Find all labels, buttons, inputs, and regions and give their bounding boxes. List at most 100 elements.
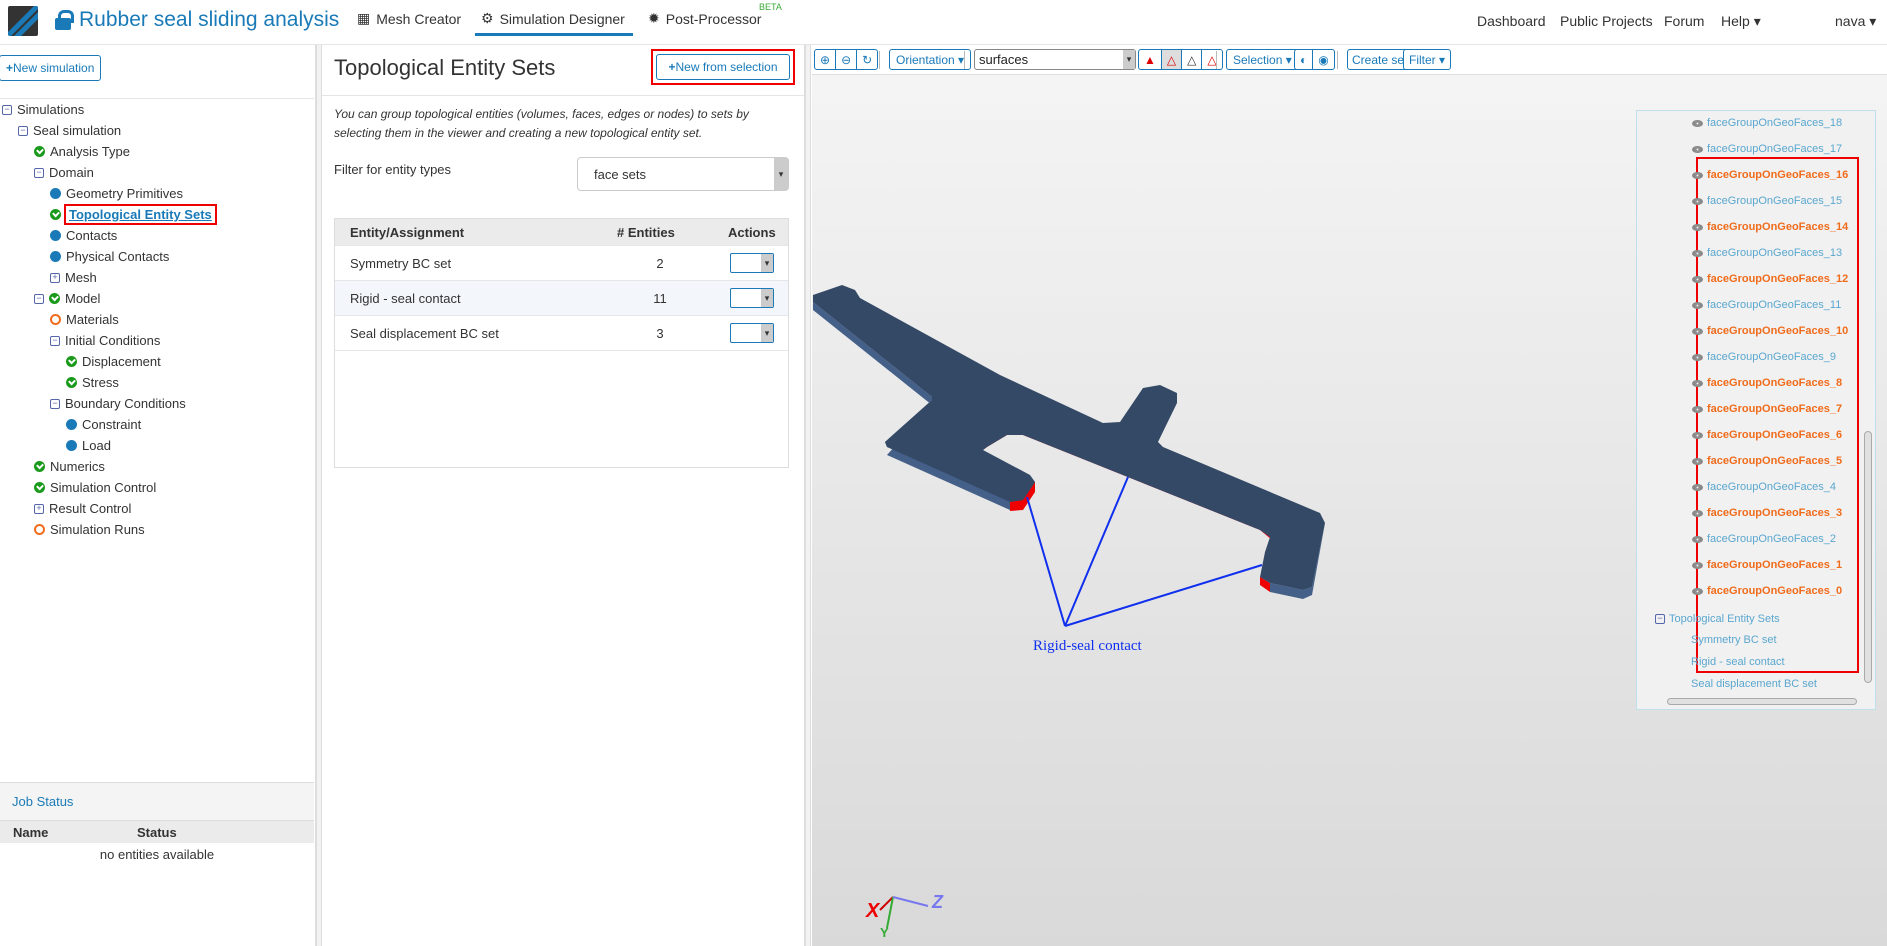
entity-set-item[interactable]: Rigid - seal contact xyxy=(1691,656,1785,668)
tree-item[interactable]: Materials xyxy=(0,309,215,330)
face-group-item[interactable]: faceGroupOnGeoFaces_12 xyxy=(1692,273,1848,285)
tree-item[interactable]: Simulation Runs xyxy=(0,519,215,540)
face-group-item[interactable]: faceGroupOnGeoFaces_1 xyxy=(1692,559,1842,571)
face-group-item[interactable]: faceGroupOnGeoFaces_11 xyxy=(1692,299,1841,311)
eye-icon[interactable] xyxy=(1692,223,1703,231)
face-group-item[interactable]: faceGroupOnGeoFaces_17 xyxy=(1692,143,1842,155)
entity-sets-panel: Topological Entity Sets +New from select… xyxy=(322,45,805,946)
dot-icon xyxy=(50,251,61,262)
eye-icon[interactable] xyxy=(1692,509,1703,517)
tree-item[interactable]: − Simulations xyxy=(0,99,215,120)
topological-sets-group[interactable]: − Topological Entity Sets xyxy=(1655,613,1780,625)
actions-dropdown[interactable] xyxy=(730,253,774,273)
entity-set-item[interactable]: Seal displacement BC set xyxy=(1691,678,1817,690)
new-simulation-button[interactable]: +New simulation xyxy=(0,55,102,81)
face-group-item[interactable]: faceGroupOnGeoFaces_5 xyxy=(1692,455,1842,467)
face-group-item[interactable]: faceGroupOnGeoFaces_6 xyxy=(1692,429,1842,441)
eye-icon[interactable] xyxy=(1692,197,1703,205)
nav-dashboard[interactable]: Dashboard xyxy=(1477,13,1546,29)
nav-help[interactable]: Help ▾ xyxy=(1721,13,1761,30)
tree-item[interactable]: − Domain xyxy=(0,162,215,183)
nav-forum[interactable]: Forum xyxy=(1664,13,1704,29)
tree-item[interactable]: Topological Entity Sets xyxy=(0,204,217,225)
tree-item[interactable]: Analysis Type xyxy=(0,141,215,162)
face-group-item[interactable]: faceGroupOnGeoFaces_7 xyxy=(1692,403,1842,415)
tree-item-label: Topological Entity Sets xyxy=(64,204,217,225)
entity-name: Rigid - seal contact xyxy=(350,290,461,306)
eye-icon[interactable] xyxy=(1692,379,1703,387)
vertical-scrollbar[interactable] xyxy=(1864,431,1872,683)
tree-item[interactable]: − Boundary Conditions xyxy=(0,393,215,414)
collapse-icon[interactable]: − xyxy=(2,104,12,115)
face-group-item[interactable]: faceGroupOnGeoFaces_2 xyxy=(1692,533,1836,545)
tree-item[interactable]: − Seal simulation xyxy=(0,120,215,141)
app-logo[interactable] xyxy=(8,6,38,36)
collapse-icon[interactable]: − xyxy=(18,125,28,136)
face-group-item[interactable]: faceGroupOnGeoFaces_16 xyxy=(1692,169,1848,181)
eye-icon[interactable] xyxy=(1692,405,1703,413)
eye-icon[interactable] xyxy=(1692,301,1703,309)
face-group-item[interactable]: faceGroupOnGeoFaces_10 xyxy=(1692,325,1848,337)
tree-item[interactable]: Constraint xyxy=(0,414,215,435)
expand-icon[interactable]: + xyxy=(34,503,44,514)
actions-dropdown[interactable] xyxy=(730,288,774,308)
face-group-item[interactable]: faceGroupOnGeoFaces_14 xyxy=(1692,221,1848,233)
eye-icon[interactable] xyxy=(1692,145,1703,153)
tree-item[interactable]: Load xyxy=(0,435,215,456)
collapse-icon[interactable]: − xyxy=(34,167,44,178)
face-group-item[interactable]: faceGroupOnGeoFaces_13 xyxy=(1692,247,1842,259)
tree-item[interactable]: + Result Control xyxy=(0,498,215,519)
eye-icon[interactable] xyxy=(1692,431,1703,439)
actions-dropdown[interactable] xyxy=(730,323,774,343)
eye-icon[interactable] xyxy=(1692,587,1703,595)
tree-item[interactable]: + Mesh xyxy=(0,267,215,288)
nav-post-processor[interactable]: ✹ Post-Processor xyxy=(648,10,761,27)
nav-public-projects[interactable]: Public Projects xyxy=(1560,13,1653,29)
face-group-item[interactable]: faceGroupOnGeoFaces_15 xyxy=(1692,195,1842,207)
tree-item[interactable]: − Model xyxy=(0,288,215,309)
entity-set-label: Seal displacement BC set xyxy=(1691,678,1817,690)
job-status-title: Job Status xyxy=(0,783,314,821)
tree-item[interactable]: Contacts xyxy=(0,225,215,246)
face-group-item[interactable]: faceGroupOnGeoFaces_4 xyxy=(1692,481,1836,493)
collapse-icon[interactable]: − xyxy=(1655,614,1665,624)
collapse-icon[interactable]: − xyxy=(50,398,60,409)
face-group-item[interactable]: faceGroupOnGeoFaces_18 xyxy=(1692,117,1842,129)
face-group-item[interactable]: faceGroupOnGeoFaces_8 xyxy=(1692,377,1842,389)
nav-simulation-designer[interactable]: ⚙ Simulation Designer xyxy=(475,10,633,36)
expand-icon[interactable]: + xyxy=(50,272,60,283)
tree-item[interactable]: − Initial Conditions xyxy=(0,330,215,351)
user-menu[interactable]: nava ▾ xyxy=(1835,13,1876,30)
eye-icon[interactable] xyxy=(1692,561,1703,569)
tree-item[interactable]: Displacement xyxy=(0,351,215,372)
face-group-item[interactable]: faceGroupOnGeoFaces_0 xyxy=(1692,585,1842,597)
entity-set-item[interactable]: Symmetry BC set xyxy=(1691,634,1777,646)
collapse-icon[interactable]: − xyxy=(50,335,60,346)
tree-item[interactable]: Numerics xyxy=(0,456,215,477)
right-splitter[interactable] xyxy=(805,45,811,946)
tree-item[interactable]: Geometry Primitives xyxy=(0,183,215,204)
face-group-label: faceGroupOnGeoFaces_6 xyxy=(1707,429,1843,441)
nav-mesh-creator[interactable]: ▦ Mesh Creator xyxy=(357,10,461,27)
new-from-selection-button[interactable]: +New from selection xyxy=(656,54,790,80)
face-group-item[interactable]: faceGroupOnGeoFaces_9 xyxy=(1692,351,1836,363)
tree-item[interactable]: Simulation Control xyxy=(0,477,215,498)
eye-icon[interactable] xyxy=(1692,457,1703,465)
eye-icon[interactable] xyxy=(1692,249,1703,257)
eye-icon[interactable] xyxy=(1692,119,1703,127)
eye-icon[interactable] xyxy=(1692,275,1703,283)
face-group-label: faceGroupOnGeoFaces_11 xyxy=(1707,299,1842,311)
3d-viewer[interactable]: ⊕ ⊖ ↻ Orientation ▾ surfaces ▾ ▲ △ △ △ Selecti… xyxy=(812,45,1887,946)
eye-icon[interactable] xyxy=(1692,171,1703,179)
eye-icon[interactable] xyxy=(1692,535,1703,543)
collapse-icon[interactable]: − xyxy=(34,293,44,304)
eye-icon[interactable] xyxy=(1692,483,1703,491)
face-group-item[interactable]: faceGroupOnGeoFaces_3 xyxy=(1692,507,1842,519)
tree-item[interactable]: Stress xyxy=(0,372,215,393)
eye-icon[interactable] xyxy=(1692,327,1703,335)
entity-type-select[interactable]: face sets ▾ xyxy=(577,157,789,191)
horizontal-scrollbar[interactable] xyxy=(1667,698,1857,705)
col-entity: Entity/Assignment xyxy=(350,224,465,240)
tree-item[interactable]: Physical Contacts xyxy=(0,246,215,267)
eye-icon[interactable] xyxy=(1692,353,1703,361)
